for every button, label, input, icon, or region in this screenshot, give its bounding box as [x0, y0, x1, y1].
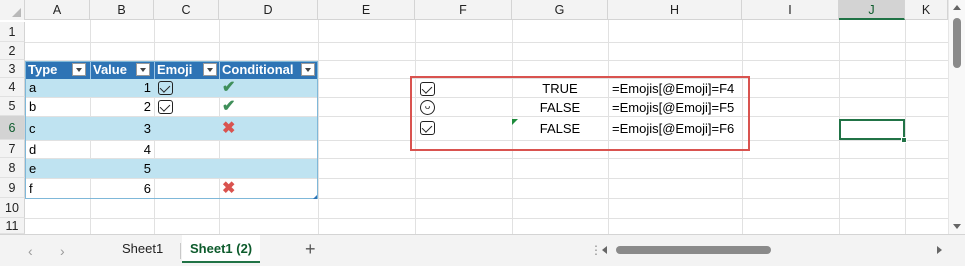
- cross-icon: ✖: [222, 180, 236, 197]
- table-cell-type[interactable]: d: [29, 141, 36, 159]
- column-header-j[interactable]: J: [839, 0, 905, 20]
- table-cell-value[interactable]: 5: [90, 160, 151, 178]
- check-icon: ✔: [222, 98, 236, 115]
- table-cell-value[interactable]: 2: [90, 98, 151, 116]
- vertical-scroll-thumb[interactable]: [953, 18, 961, 68]
- row-header-7[interactable]: 7: [0, 140, 25, 158]
- row-header-9[interactable]: 9: [0, 178, 25, 198]
- select-all-corner[interactable]: [0, 0, 25, 20]
- fill-handle[interactable]: [901, 137, 907, 143]
- row-header-3[interactable]: 3: [0, 60, 25, 78]
- sheet-tab-bar: ‹ › Sheet1 Sheet1 (2) + ⋮: [0, 234, 965, 266]
- row-header-8[interactable]: 8: [0, 158, 25, 178]
- spreadsheet-grid[interactable]: A B C D E F G H I J K 1 2 3 4 5 6 7 8 9 …: [0, 0, 948, 234]
- checkbox-icon: [158, 81, 173, 95]
- column-header-i[interactable]: I: [742, 0, 839, 20]
- sheet-tab-sheet1-2[interactable]: Sheet1 (2): [182, 235, 261, 263]
- row-header-6[interactable]: 6: [0, 116, 25, 140]
- row-header-10[interactable]: 10: [0, 198, 25, 218]
- row-header-5[interactable]: 5: [0, 97, 25, 116]
- horizontal-scrollbar[interactable]: [602, 242, 942, 258]
- more-options-icon[interactable]: ⋮: [590, 243, 602, 257]
- horizontal-scroll-thumb[interactable]: [616, 246, 771, 254]
- table-cell-type[interactable]: b: [29, 98, 36, 116]
- column-header-a[interactable]: A: [25, 0, 90, 20]
- checkbox-icon: [158, 100, 173, 114]
- row-header-1[interactable]: 1: [0, 22, 25, 42]
- table-cell-type[interactable]: c: [29, 120, 36, 138]
- scroll-right-icon[interactable]: [937, 246, 942, 254]
- active-cell-selection[interactable]: [839, 119, 905, 140]
- table-cell-value[interactable]: 6: [90, 180, 151, 198]
- highlight-outline: [410, 76, 750, 151]
- column-header-e[interactable]: E: [318, 0, 415, 20]
- add-sheet-button[interactable]: +: [305, 239, 316, 260]
- table-cell-type[interactable]: e: [29, 160, 36, 178]
- column-header-k[interactable]: K: [905, 0, 948, 20]
- column-header-f[interactable]: F: [415, 0, 512, 20]
- scroll-left-icon[interactable]: [602, 246, 607, 254]
- next-sheet-icon[interactable]: ›: [60, 243, 65, 259]
- check-icon: ✔: [222, 79, 236, 96]
- table-cell-value[interactable]: 3: [90, 120, 151, 138]
- table-cell-type[interactable]: f: [29, 180, 33, 198]
- sheet-tab-sheet1[interactable]: Sheet1: [114, 235, 171, 263]
- column-header-c[interactable]: C: [154, 0, 219, 20]
- column-header-bar: A B C D E F G H I J K: [0, 0, 948, 20]
- table-resize-handle[interactable]: [313, 195, 317, 199]
- row-header-11[interactable]: 11: [0, 218, 25, 234]
- table-cell-value[interactable]: 4: [90, 141, 151, 159]
- previous-sheet-icon[interactable]: ‹: [28, 243, 33, 259]
- column-header-g[interactable]: G: [512, 0, 608, 20]
- vertical-scrollbar[interactable]: [948, 0, 965, 234]
- cross-icon: ✖: [222, 120, 236, 137]
- table-cell-value[interactable]: 1: [90, 79, 151, 97]
- scroll-up-icon[interactable]: [953, 5, 961, 10]
- row-header-2[interactable]: 2: [0, 42, 25, 60]
- column-header-b[interactable]: B: [90, 0, 154, 20]
- table-cell-type[interactable]: a: [29, 79, 36, 97]
- column-header-d[interactable]: D: [219, 0, 318, 20]
- row-header-4[interactable]: 4: [0, 78, 25, 97]
- column-header-h[interactable]: H: [608, 0, 742, 20]
- scroll-down-icon[interactable]: [953, 224, 961, 229]
